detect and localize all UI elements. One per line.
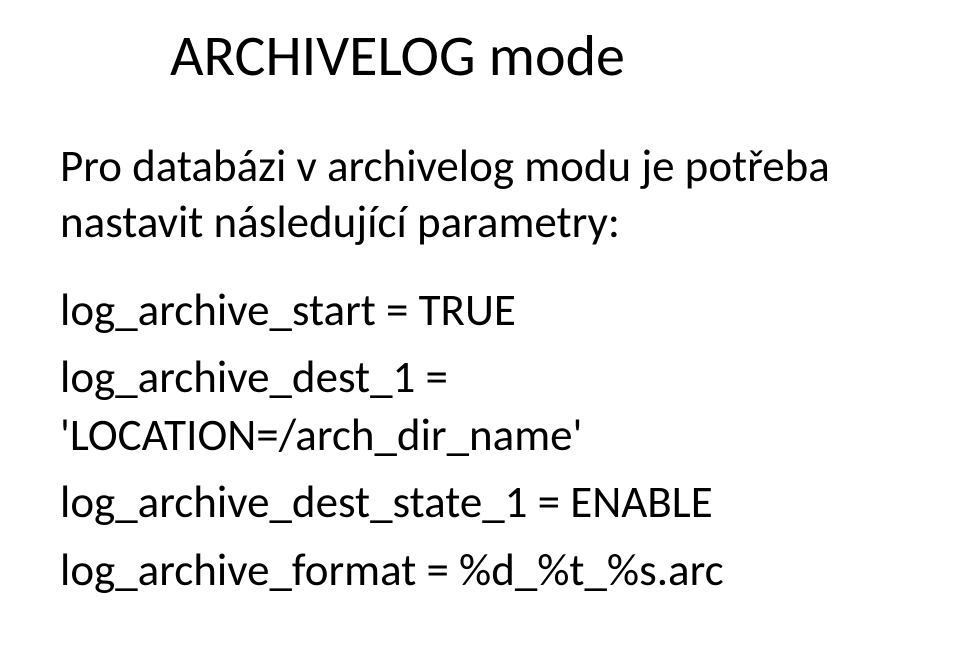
intro-text: Pro databázi v archivelog modu je potřeb… — [60, 139, 910, 252]
param-archive-start: log_archive_start = TRUE — [60, 282, 910, 340]
param-archive-dest: log_archive_dest_1 = 'LOCATION=/arch_dir… — [60, 349, 910, 464]
page-title: ARCHIVELOG mode — [170, 20, 910, 91]
param-archive-dest-state: log_archive_dest_state_1 = ENABLE — [60, 474, 910, 532]
param-archive-format: log_archive_format = %d_%t_%s.arc — [60, 542, 910, 600]
